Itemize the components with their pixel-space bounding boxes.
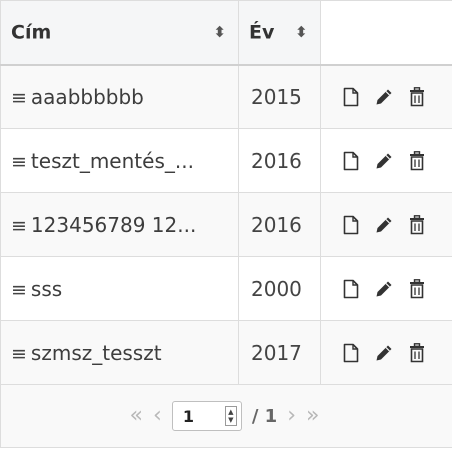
- row-actions: [331, 258, 452, 320]
- column-header-actions: [320, 0, 452, 66]
- page-total: / 1: [251, 405, 278, 427]
- row-actions-cell: [320, 64, 452, 129]
- first-page-button[interactable]: «: [130, 405, 143, 427]
- trash-icon[interactable]: [409, 214, 425, 235]
- drag-handle-icon[interactable]: ≡: [11, 87, 27, 109]
- row-year-cell: 2016: [238, 128, 321, 193]
- trash-icon[interactable]: [409, 86, 425, 107]
- documents-table-container: Cím ⬍ Év ⬍ ≡ aaabbbbbb 2015 ≡ teszt_mentés_.…: [0, 0, 452, 469]
- row-title: szmsz_tesszt: [30, 340, 162, 365]
- document-icon[interactable]: [343, 87, 359, 107]
- row-year: 2000: [251, 276, 302, 301]
- table-row[interactable]: ≡ aaabbbbbb 2015: [0, 64, 452, 129]
- row-actions: [331, 322, 452, 384]
- drag-handle-icon[interactable]: ≡: [11, 151, 27, 173]
- row-year-cell: 2000: [238, 256, 321, 321]
- document-icon[interactable]: [343, 215, 359, 235]
- page-stepper-icon[interactable]: ▲ ▼: [224, 406, 237, 426]
- row-year: 2017: [251, 340, 302, 365]
- column-header-year-label: Év: [249, 21, 275, 44]
- row-actions-cell: [320, 256, 452, 321]
- next-page-button[interactable]: ›: [287, 405, 296, 427]
- pencil-icon[interactable]: [375, 216, 393, 234]
- document-icon[interactable]: [343, 151, 359, 171]
- drag-handle-icon[interactable]: ≡: [11, 343, 27, 365]
- row-title-cell[interactable]: ≡ aaabbbbbb: [0, 64, 239, 129]
- trash-icon[interactable]: [409, 150, 425, 171]
- pencil-icon[interactable]: [375, 152, 393, 170]
- drag-handle-icon[interactable]: ≡: [11, 279, 27, 301]
- row-year-cell: 2015: [238, 64, 321, 129]
- row-title: aaabbbbbb: [30, 84, 144, 109]
- pagination-row: « ‹ 1 ▲ ▼ / 1 › »: [0, 384, 452, 448]
- trash-icon[interactable]: [409, 278, 425, 299]
- column-header-year[interactable]: Év ⬍: [238, 0, 321, 66]
- sort-icon[interactable]: ⬍: [295, 23, 308, 41]
- trash-icon[interactable]: [409, 342, 425, 363]
- row-title: sss: [30, 276, 63, 301]
- table-body: ≡ aaabbbbbb 2015 ≡ teszt_mentés_... 2016 ≡ 1234…: [0, 64, 452, 385]
- pencil-icon[interactable]: [375, 344, 393, 362]
- stepper-down-icon[interactable]: ▼: [228, 416, 233, 424]
- row-actions-cell: [320, 320, 452, 385]
- table-row[interactable]: ≡ teszt_mentés_... 2016: [0, 128, 452, 193]
- row-title-cell[interactable]: ≡ teszt_mentés_...: [0, 128, 239, 193]
- row-title: 123456789 12...: [30, 212, 197, 237]
- row-year: 2016: [251, 148, 302, 173]
- table-row[interactable]: ≡ szmsz_tesszt 2017: [0, 320, 452, 385]
- sort-icon[interactable]: ⬍: [213, 23, 226, 41]
- documents-table: Cím ⬍ Év ⬍ ≡ aaabbbbbb 2015 ≡ teszt_mentés_.…: [0, 0, 452, 448]
- pencil-icon[interactable]: [375, 88, 393, 106]
- row-actions-cell: [320, 128, 452, 193]
- pagination: « ‹ 1 ▲ ▼ / 1 › »: [0, 401, 452, 431]
- document-icon[interactable]: [343, 279, 359, 299]
- row-actions: [331, 66, 452, 128]
- pagination-cell: « ‹ 1 ▲ ▼ / 1 › »: [0, 384, 452, 448]
- document-icon[interactable]: [343, 343, 359, 363]
- row-title-cell[interactable]: ≡ szmsz_tesszt: [0, 320, 239, 385]
- table-header-row: Cím ⬍ Év ⬍: [0, 0, 452, 66]
- row-year-cell: 2017: [238, 320, 321, 385]
- table-row[interactable]: ≡ 123456789 12... 2016: [0, 192, 452, 257]
- row-actions: [331, 130, 452, 192]
- row-title-cell[interactable]: ≡ 123456789 12...: [0, 192, 239, 257]
- row-year-cell: 2016: [238, 192, 321, 257]
- row-actions: [331, 194, 452, 256]
- last-page-button[interactable]: »: [306, 405, 319, 427]
- drag-handle-icon[interactable]: ≡: [11, 215, 27, 237]
- prev-page-button[interactable]: ‹: [153, 405, 162, 427]
- column-header-title-label: Cím: [11, 21, 52, 44]
- column-header-title[interactable]: Cím ⬍: [0, 0, 239, 66]
- page-number-value: 1: [182, 406, 194, 426]
- row-year: 2015: [251, 84, 302, 109]
- row-actions-cell: [320, 192, 452, 257]
- row-title-cell[interactable]: ≡ sss: [0, 256, 239, 321]
- table-row[interactable]: ≡ sss 2000: [0, 256, 452, 321]
- pencil-icon[interactable]: [375, 280, 393, 298]
- row-year: 2016: [251, 212, 302, 237]
- row-title: teszt_mentés_...: [30, 148, 194, 173]
- page-number-input[interactable]: 1 ▲ ▼: [171, 401, 242, 431]
- stepper-up-icon[interactable]: ▲: [228, 408, 233, 416]
